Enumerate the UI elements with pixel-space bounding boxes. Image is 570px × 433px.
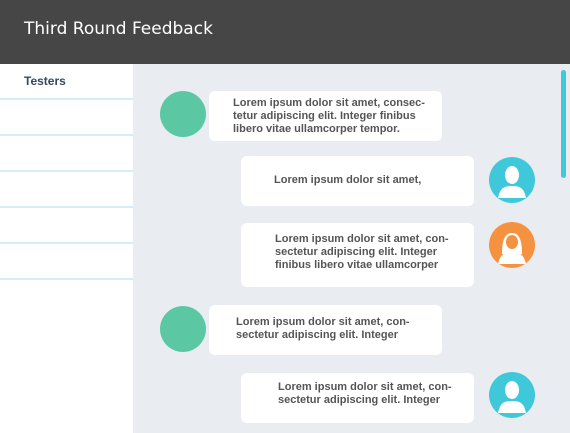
message-text: Lorem ipsum dolor sit amet, [274,174,422,186]
sidebar-item[interactable] [0,208,133,244]
sidebar-item[interactable] [0,136,133,172]
message-bubble: Lorem ipsum dolor sit amet, [241,156,474,206]
sidebar-heading: Testers [0,64,133,100]
sidebar-item[interactable] [0,100,133,136]
message-bubble: Lorem ipsum dolor sit amet, con- sectetu… [241,373,474,423]
female-user-icon [498,233,526,264]
sidebar-item[interactable] [0,244,133,280]
scrollbar[interactable] [561,70,566,178]
message-text: Lorem ipsum dolor sit amet, con- sectetu… [275,233,449,271]
page-title: Third Round Feedback [24,19,213,39]
male-user-icon [498,381,526,413]
testers-sidebar: Testers [0,64,133,433]
male-user-icon [498,166,526,198]
title-bar: Third Round Feedback [0,0,570,64]
avatar [160,91,206,137]
message-text: Lorem ipsum dolor sit amet, con- sectetu… [236,316,410,341]
message-text: Lorem ipsum dolor sit amet, consec- tetu… [233,97,425,135]
male-user-icon [489,372,535,418]
message-bubble: Lorem ipsum dolor sit amet, con- sectetu… [241,223,474,287]
female-user-icon [489,222,535,268]
message-text: Lorem ipsum dolor sit amet, con- sectetu… [278,381,452,406]
male-user-icon [489,157,535,203]
message-bubble: Lorem ipsum dolor sit amet, consec- tetu… [209,91,442,141]
avatar [160,306,206,352]
sidebar-item[interactable] [0,172,133,208]
message-bubble: Lorem ipsum dolor sit amet, con- sectetu… [209,305,442,355]
